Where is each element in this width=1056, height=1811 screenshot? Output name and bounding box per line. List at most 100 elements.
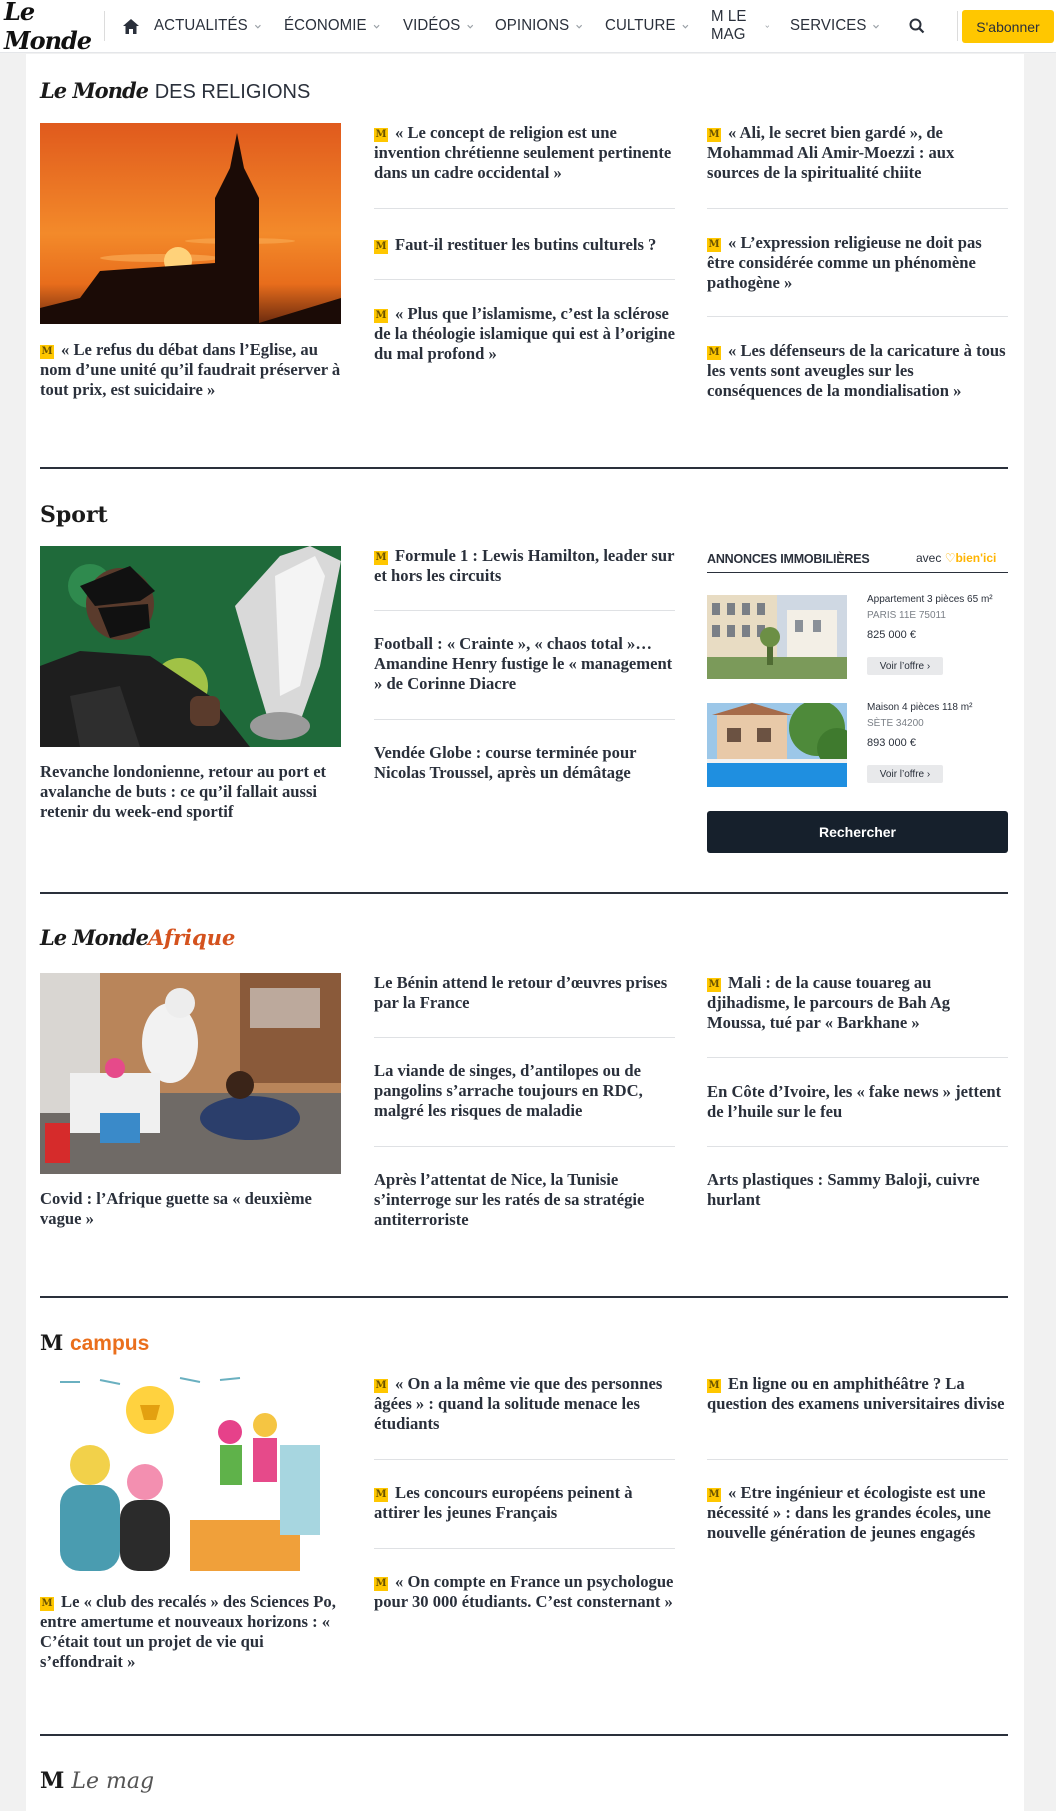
abonnes-badge-icon: M	[707, 1488, 721, 1502]
chevron-down-icon	[467, 24, 474, 29]
headline-text: Arts plastiques : Sammy Baloji, cuivre h…	[707, 1170, 980, 1209]
abonnes-badge-icon: M	[707, 346, 721, 360]
top-nav-bar: Le Monde ACTUALITÉS ÉCONOMIE VIDÉOS OPIN…	[0, 0, 1056, 55]
sport-section-title[interactable]: Sport	[40, 502, 108, 528]
divider	[374, 208, 675, 209]
afrique-headline-4[interactable]: M Mali : de la cause touareg au djihadism…	[707, 973, 1008, 1033]
campus-headline-2[interactable]: M Les concours européens peinent à attire…	[374, 1483, 675, 1523]
afrique-headline-2[interactable]: La viande de singes, d’antilopes ou de p…	[374, 1061, 675, 1121]
religions-lead-image[interactable]	[40, 123, 341, 324]
search-icon[interactable]	[902, 11, 931, 41]
nav-economie[interactable]: ÉCONOMIE	[284, 17, 381, 35]
section-label: DES RELIGIONS	[154, 81, 311, 103]
afrique-headline-3[interactable]: Après l’attentat de Nice, la Tunisie s’i…	[374, 1170, 675, 1230]
religions-headline-6[interactable]: M « Les défenseurs de la caricature à tou…	[707, 341, 1008, 401]
abonnes-badge-icon: M	[374, 240, 388, 254]
nav-label: CULTURE	[605, 17, 676, 34]
brand-label: Le Monde	[40, 78, 149, 103]
section-rule	[40, 1734, 1008, 1736]
brand-label: Le Monde	[40, 925, 149, 950]
section-rule	[40, 1296, 1008, 1298]
headline-text: « Le concept de religion est une inventi…	[374, 123, 672, 182]
religions-lead-headline[interactable]: M « Le refus du débat dans l’Eglise, au n…	[40, 340, 341, 400]
nav-actualites[interactable]: ACTUALITÉS	[154, 17, 262, 35]
headline-text: En Côte d’Ivoire, les « fake news » jett…	[707, 1082, 1002, 1121]
abonnes-badge-icon: M	[707, 238, 721, 252]
religions-headline-2[interactable]: M Faut-il restituer les butins culturels …	[374, 235, 675, 255]
headline-text: « On compte en France un psychologue pou…	[374, 1572, 674, 1611]
m-logo-icon: M	[40, 1768, 65, 1794]
le-monde-logo[interactable]: Le Monde	[0, 0, 104, 55]
nav-m-le-mag[interactable]: M LE MAG	[711, 8, 770, 44]
headline-text: Le « club des recalés » des Sciences Po,…	[40, 1592, 336, 1671]
abonnes-badge-icon: M	[374, 309, 388, 323]
divider	[707, 208, 1008, 209]
nav-label: VIDÉOS	[403, 17, 461, 34]
campus-headline-4[interactable]: M En ligne ou en amphithéâtre ? La questi…	[707, 1374, 1008, 1414]
section-label: Le mag	[71, 1769, 155, 1794]
divider	[374, 610, 675, 611]
headline-text: Le Bénin attend le retour d’œuvres prise…	[374, 973, 668, 1012]
listing-2-city: SÈTE 34200	[867, 718, 924, 729]
nav-label: ACTUALITÉS	[153, 17, 248, 34]
heart-icon: ♡	[944, 551, 956, 565]
headline-text: « L’expression religieuse ne doit pas êt…	[707, 233, 982, 292]
headline-text: « Plus que l’islamisme, c’est la scléros…	[374, 304, 675, 363]
afrique-headline-6[interactable]: Arts plastiques : Sammy Baloji, cuivre h…	[707, 1170, 1008, 1210]
partner-prefix: avec	[916, 551, 942, 565]
nav-label: M LE MAG	[711, 8, 747, 43]
campus-lead-image[interactable]	[40, 1370, 341, 1571]
headline-text: Revanche londonienne, retour au port et …	[40, 762, 327, 821]
afrique-lead-image[interactable]	[40, 973, 341, 1174]
afrique-headline-5[interactable]: En Côte d’Ivoire, les « fake news » jett…	[707, 1082, 1008, 1122]
nav-videos[interactable]: VIDÉOS	[403, 17, 474, 35]
divider	[707, 316, 1008, 317]
sport-lead-image[interactable]	[40, 546, 341, 747]
afrique-lead-headline[interactable]: Covid : l’Afrique guette sa « deuxième v…	[40, 1189, 341, 1229]
sport-headline-2[interactable]: Football : « Crainte », « chaos total »……	[374, 634, 675, 694]
chevron-down-icon	[373, 24, 380, 29]
rechercher-button[interactable]: Rechercher	[707, 811, 1008, 853]
campus-section-title[interactable]: M campus	[40, 1330, 149, 1356]
nav-label: SERVICES	[789, 17, 867, 34]
nav-separator	[957, 11, 958, 41]
mag-section-title[interactable]: M Le mag	[40, 1768, 154, 1794]
abonnes-badge-icon: M	[40, 1597, 54, 1611]
divider	[374, 1037, 675, 1038]
nav-services[interactable]: SERVICES	[790, 17, 881, 35]
abonnes-badge-icon: M	[707, 978, 721, 992]
chevron-down-icon	[765, 24, 770, 28]
religions-headline-3[interactable]: M « Plus que l’islamisme, c’est la scléro…	[374, 304, 675, 364]
afrique-section-title[interactable]: Le MondeAfrique	[40, 925, 235, 950]
chevron-down-icon	[254, 24, 261, 29]
listing-image-2[interactable]	[707, 703, 847, 787]
subscribe-button[interactable]: S'abonner	[962, 10, 1054, 43]
listing-1-price: 825 000 €	[867, 629, 916, 641]
divider	[374, 1459, 675, 1460]
nav-culture[interactable]: CULTURE	[605, 17, 690, 35]
sport-headline-1[interactable]: M Formule 1 : Lewis Hamilton, leader sur …	[374, 546, 675, 586]
abonnes-badge-icon: M	[374, 1577, 388, 1591]
home-icon[interactable]	[117, 11, 146, 41]
religions-section-title[interactable]: Le Monde DES RELIGIONS	[40, 78, 310, 104]
listing-2-view-button[interactable]: Voir l’offre ›	[867, 765, 943, 783]
headline-text: Football : « Crainte », « chaos total »……	[374, 634, 673, 693]
listing-1-view-button[interactable]: Voir l’offre ›	[867, 657, 943, 675]
religions-headline-5[interactable]: M « L’expression religieuse ne doit pas ê…	[707, 233, 1008, 293]
sport-lead-headline[interactable]: Revanche londonienne, retour au port et …	[40, 762, 341, 822]
m-logo-icon: M	[40, 1330, 64, 1355]
nav-separator	[103, 11, 105, 41]
religions-headline-1[interactable]: M « Le concept de religion est une invent…	[374, 123, 675, 183]
nav-opinions[interactable]: OPINIONS	[495, 17, 583, 35]
campus-headline-5[interactable]: M « Etre ingénieur et écologiste est une …	[707, 1483, 1008, 1543]
campus-headline-1[interactable]: M « On a la même vie que des personnes âg…	[374, 1374, 675, 1434]
campus-headline-3[interactable]: M « On compte en France un psychologue po…	[374, 1572, 675, 1612]
afrique-headline-1[interactable]: Le Bénin attend le retour d’œuvres prise…	[374, 973, 675, 1013]
religions-headline-4[interactable]: M « Ali, le secret bien gardé », de Moham…	[707, 123, 1008, 183]
campus-lead-headline[interactable]: M Le « club des recalés » des Sciences Po…	[40, 1592, 341, 1672]
bienici-partner-logo[interactable]: avec ♡bien'ici	[916, 551, 996, 565]
sport-headline-3[interactable]: Vendée Globe : course terminée pour Nico…	[374, 743, 675, 783]
divider	[707, 1146, 1008, 1147]
listing-image-1[interactable]	[707, 595, 847, 679]
abonnes-badge-icon: M	[707, 1379, 721, 1393]
